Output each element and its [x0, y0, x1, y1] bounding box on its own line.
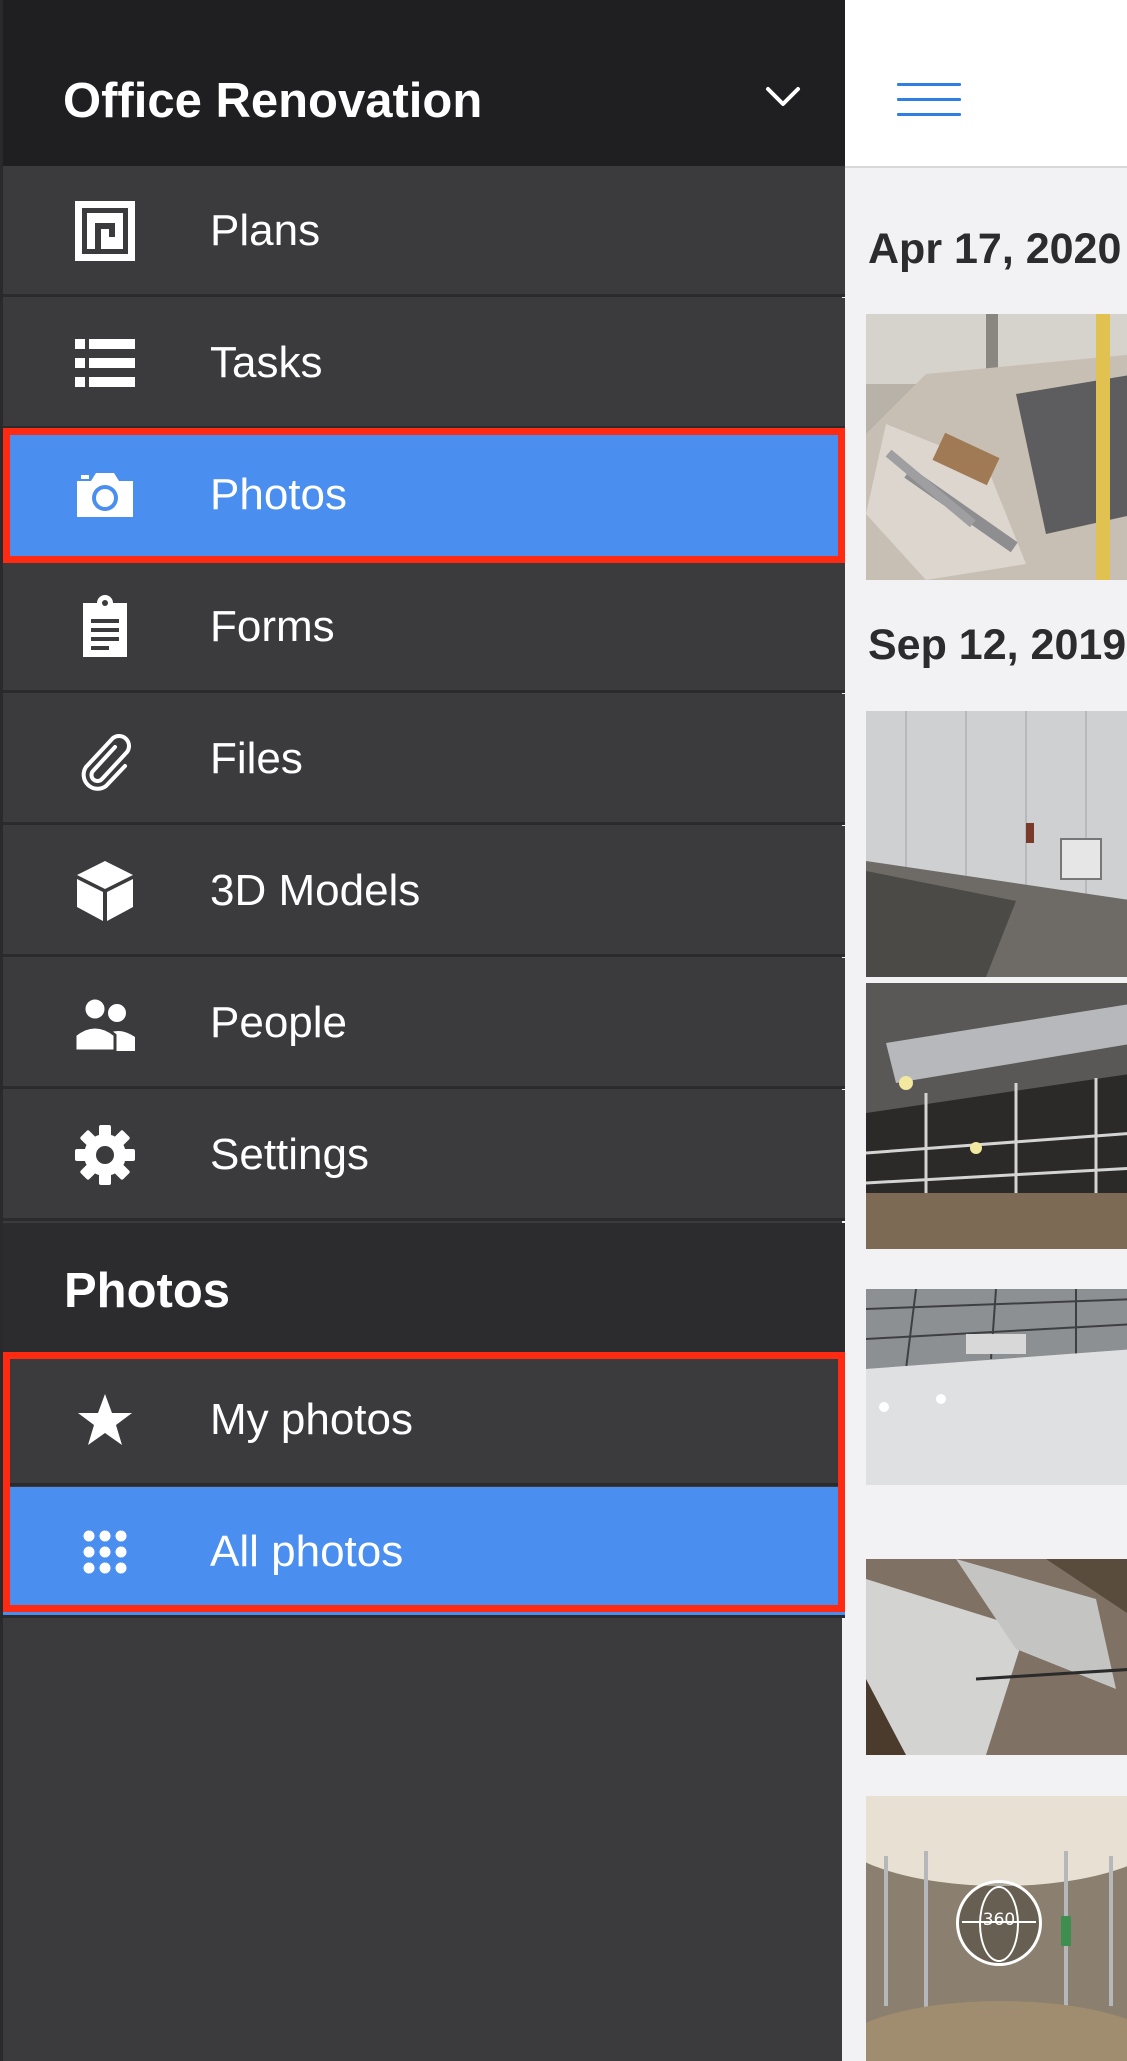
menu-label: 3D Models	[210, 866, 421, 915]
menu-label: People	[210, 998, 348, 1047]
paperclip-icon	[81, 734, 131, 791]
menu-label: Files	[210, 734, 303, 783]
menu-item-tasks[interactable]: Tasks	[3, 298, 845, 429]
photo-thumbnail[interactable]	[866, 983, 1127, 1249]
menu-item-3d-models[interactable]: 3D Models	[3, 826, 845, 957]
menu-label: Tasks	[210, 338, 323, 387]
date-heading-2: Sep 12, 2019	[868, 621, 1127, 669]
photo-thumbnail[interactable]	[866, 711, 1127, 977]
project-header[interactable]: Office Renovation	[3, 0, 845, 166]
menu-item-people[interactable]: People	[3, 958, 845, 1089]
menu-label: All photos	[210, 1527, 404, 1576]
chevron-down-icon[interactable]	[765, 86, 801, 108]
photo-thumbnail[interactable]	[866, 1289, 1127, 1485]
menu-label: Settings	[210, 1130, 369, 1179]
cube-icon	[77, 861, 133, 921]
grid-dots-icon	[83, 1530, 127, 1574]
photo-thumbnail[interactable]: 360	[866, 1796, 1127, 2061]
section-title: Photos	[64, 1264, 231, 1318]
camera-icon	[77, 473, 133, 517]
photos-section-header: Photos	[3, 1223, 845, 1355]
content-header	[842, 0, 1127, 168]
menu-item-settings[interactable]: Settings	[3, 1090, 845, 1221]
360-badge-icon: 360	[956, 1880, 1042, 1966]
gear-icon	[75, 1125, 135, 1185]
star-icon	[78, 1394, 132, 1445]
menu-label: Plans	[210, 206, 321, 255]
menu-item-all-photos[interactable]: All photos	[3, 1487, 845, 1618]
hamburger-menu-icon[interactable]	[897, 83, 961, 117]
menu-item-my-photos[interactable]: My photos	[3, 1355, 845, 1486]
menu-label: My photos	[210, 1395, 413, 1444]
people-icon	[73, 996, 135, 1053]
clipboard-icon	[83, 595, 127, 657]
project-title: Office Renovation	[63, 74, 483, 128]
menu-item-photos[interactable]: Photos	[3, 430, 845, 561]
menu-item-files[interactable]: Files	[3, 694, 845, 825]
photo-thumbnail[interactable]	[866, 314, 1127, 580]
date-heading-1: Apr 17, 2020	[868, 225, 1122, 273]
menu-label: Photos	[210, 470, 347, 519]
menu-label: Forms	[210, 602, 335, 651]
photo-thumbnail[interactable]	[866, 1559, 1127, 1755]
photo-feed: Apr 17, 2020 Sep 12, 2019 360	[842, 0, 1127, 2061]
list-icon	[75, 339, 135, 387]
360-badge-label: 360	[982, 1910, 1016, 1930]
plans-icon	[75, 201, 135, 261]
menu-item-plans[interactable]: Plans	[3, 166, 845, 297]
navigation-drawer: Office Renovation Plans Tasks Photos For…	[0, 0, 845, 2061]
menu-item-forms[interactable]: Forms	[3, 562, 845, 693]
